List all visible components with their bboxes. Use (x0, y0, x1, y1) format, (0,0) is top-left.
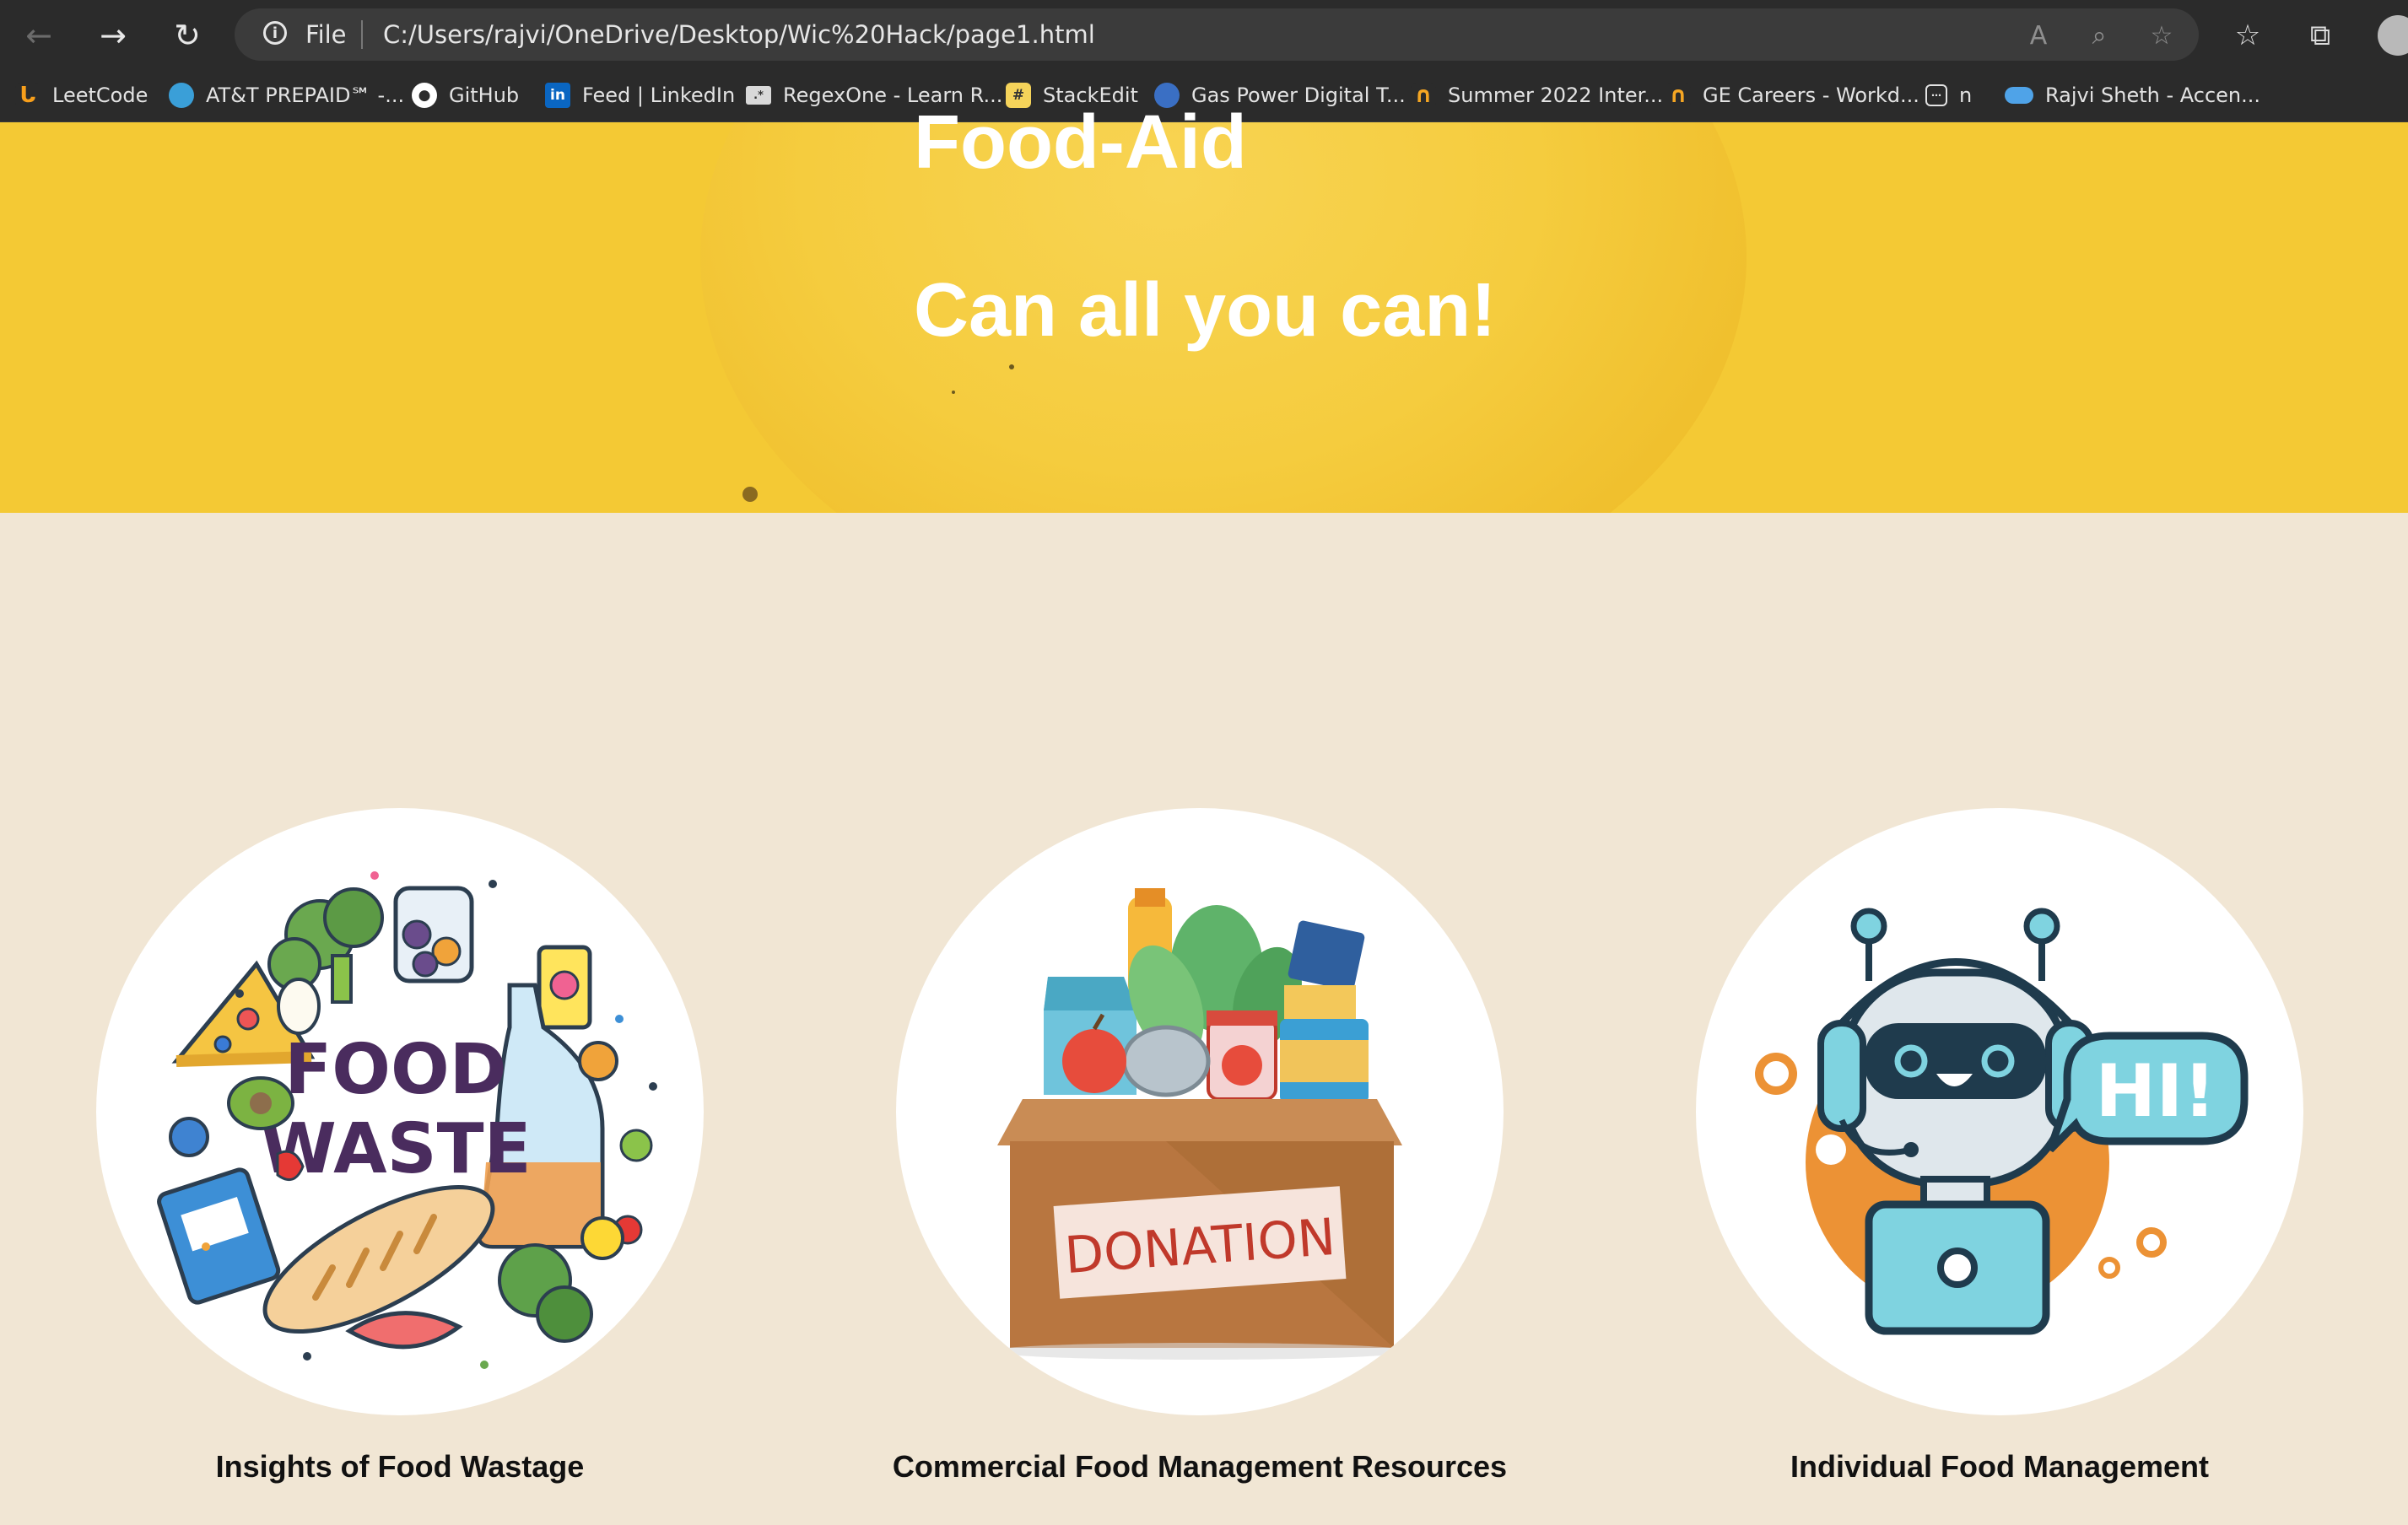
food-waste-image[interactable]: FOOD WASTE (96, 808, 704, 1415)
browser-toolbar: ← → ↻ i File C:/Users/rajvi/OneDrive/Des… (0, 0, 2408, 69)
address-bar[interactable]: i File C:/Users/rajvi/OneDrive/Desktop/W… (235, 8, 2199, 61)
favorites-icon[interactable]: ☆ (2227, 15, 2268, 56)
read-aloud-icon[interactable]: A (2022, 19, 2055, 52)
salesforce-cloud-icon (2005, 87, 2033, 104)
lemon-spot (1009, 364, 1014, 369)
card-label-individual-food-management[interactable]: Individual Food Management (1628, 1449, 2371, 1485)
card-label-food-wastage[interactable]: Insights of Food Wastage (29, 1449, 771, 1485)
att-globe-icon (169, 83, 194, 108)
bookmark-linkedin[interactable]: in Feed | LinkedIn (545, 76, 735, 115)
reload-icon[interactable]: ↻ (164, 12, 211, 59)
bookmark-leetcode[interactable]: ᒐ LeetCode (15, 76, 148, 115)
card-commercial-food-management[interactable]: DONATION Commercial Food Management Reso… (893, 808, 1507, 1484)
lemon-spot (952, 391, 955, 394)
back-arrow-icon[interactable]: ← (15, 12, 62, 59)
workday-icon: ∩ (1411, 83, 1436, 108)
bookmark-label: Rajvi Sheth - Accen... (2045, 84, 2261, 107)
bookmark-n[interactable]: ⋯ n (1925, 76, 1972, 115)
card-individual-food-management[interactable]: HI! Individual Food Management (1696, 808, 2303, 1484)
lemon-spot (742, 487, 758, 502)
collections-icon[interactable]: ⧉ (2300, 15, 2341, 56)
url-text[interactable]: C:/Users/rajvi/OneDrive/Desktop/Wic%20Ha… (383, 20, 1095, 49)
leetcode-icon: ᒐ (15, 83, 40, 108)
github-icon: ● (412, 83, 437, 108)
scheme-label: File (305, 20, 347, 49)
profile-avatar[interactable] (2378, 15, 2408, 56)
regexone-icon: .* (746, 86, 771, 105)
food-waste-text-line2: WASTE (260, 1109, 531, 1189)
hero-tagline: Can all you can! (914, 268, 1497, 353)
info-icon[interactable]: i (263, 21, 287, 45)
food-waste-illustration: FOOD WASTE (157, 871, 657, 1369)
bookmark-github[interactable]: ● GitHub (412, 76, 519, 115)
hi-bubble-text: HI! (2095, 1049, 2216, 1134)
bookmark-label: Feed | LinkedIn (582, 84, 736, 107)
forward-arrow-icon[interactable]: → (89, 12, 137, 59)
linkedin-icon: in (545, 83, 570, 108)
add-favorite-icon[interactable]: ☆ (2145, 19, 2179, 52)
donation-box-image[interactable]: DONATION (896, 808, 1504, 1415)
bookmark-att[interactable]: AT&T PREPAID℠ -... (169, 76, 404, 115)
bookmark-label: AT&T PREPAID℠ -... (206, 84, 405, 107)
bookmark-accenture[interactable]: Rajvi Sheth - Accen... (2005, 76, 2260, 115)
hero-title: Food-Aid (914, 100, 1247, 185)
chatbot-robot-illustration: HI! (1755, 908, 2249, 1335)
bookmark-ge-careers[interactable]: ∩ GE Careers - Workd... (1666, 76, 1919, 115)
workday-icon: ∩ (1666, 83, 1691, 108)
bookmark-label: GitHub (449, 84, 520, 107)
bookmark-label: GE Careers - Workd... (1703, 84, 1919, 107)
bookmark-label: LeetCode (52, 84, 148, 107)
address-divider (361, 20, 363, 49)
card-food-wastage[interactable]: FOOD WASTE Insights of Food Wastage (96, 808, 704, 1484)
bookmark-label: n (1959, 84, 1973, 107)
bookmark-summer-2022[interactable]: ∩ Summer 2022 Inter... (1411, 76, 1663, 115)
card-label-commercial-food-management[interactable]: Commercial Food Management Resources (829, 1449, 1571, 1485)
donation-box-illustration: DONATION (989, 888, 1411, 1360)
chatbot-robot-image[interactable]: HI! (1696, 808, 2303, 1415)
food-waste-text-line1: FOOD (284, 1030, 507, 1110)
bookmark-label: Summer 2022 Inter... (1448, 84, 1664, 107)
zoom-out-icon[interactable]: ⌕ (2082, 19, 2116, 52)
calendar-icon: ⋯ (1925, 84, 1947, 106)
